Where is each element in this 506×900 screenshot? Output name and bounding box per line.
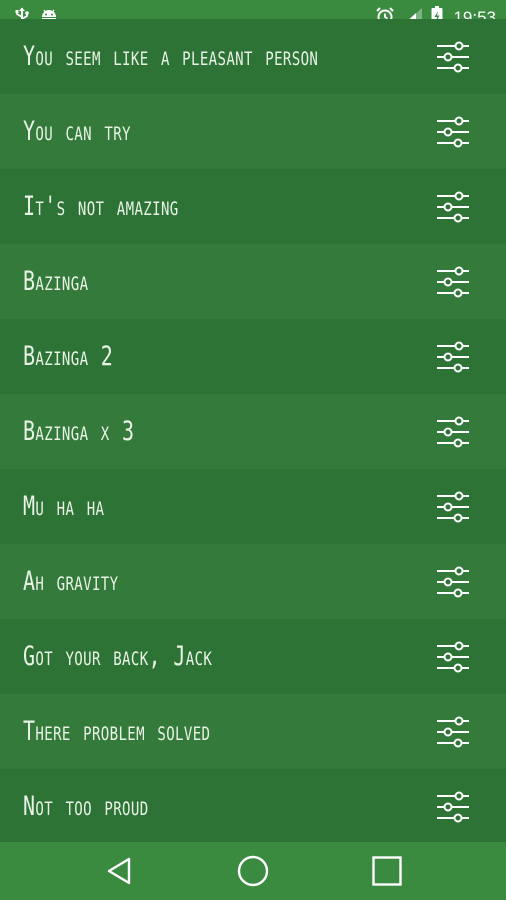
sound-list-item[interactable]: Ah gravity: [0, 544, 506, 619]
navigation-bar: [0, 842, 506, 900]
back-icon: [107, 857, 131, 885]
settings-sliders-icon[interactable]: [436, 565, 470, 599]
sound-label: You can try: [23, 116, 131, 147]
sound-label: There problem solved: [23, 716, 211, 747]
recents-button[interactable]: [364, 848, 410, 894]
sound-label: Mu ha ha: [23, 491, 105, 522]
sound-list-item[interactable]: Bazinga: [0, 244, 506, 319]
settings-sliders-icon[interactable]: [436, 190, 470, 224]
sound-list-item[interactable]: Bazinga 2: [0, 319, 506, 394]
sound-label: Bazinga: [23, 266, 89, 297]
sound-list-item[interactable]: Bazinga x 3: [0, 394, 506, 469]
sound-list-item[interactable]: Not too proud: [0, 769, 506, 844]
back-button[interactable]: [97, 848, 143, 894]
settings-sliders-icon[interactable]: [436, 790, 470, 824]
settings-sliders-icon[interactable]: [436, 640, 470, 674]
settings-sliders-icon[interactable]: [436, 715, 470, 749]
sound-list-item[interactable]: Got your back, Jack: [0, 619, 506, 694]
sound-label: You seem like a pleasant person: [23, 41, 319, 72]
sound-list-item[interactable]: There problem solved: [0, 694, 506, 769]
sound-list-item[interactable]: You can try: [0, 94, 506, 169]
sound-label: It's not amazing: [23, 191, 179, 222]
settings-sliders-icon[interactable]: [436, 340, 470, 374]
recents-icon: [372, 856, 402, 886]
settings-sliders-icon[interactable]: [436, 115, 470, 149]
sound-label: Bazinga 2: [23, 341, 114, 372]
settings-sliders-icon[interactable]: [436, 40, 470, 74]
sound-list-item[interactable]: Mu ha ha: [0, 469, 506, 544]
home-icon: [237, 855, 269, 887]
settings-sliders-icon[interactable]: [436, 265, 470, 299]
sound-label: Not too proud: [23, 791, 149, 822]
settings-sliders-icon[interactable]: [436, 490, 470, 524]
sound-list: You seem like a pleasant person You can …: [0, 19, 506, 844]
sound-list-item[interactable]: It's not amazing: [0, 169, 506, 244]
sound-list-item[interactable]: You seem like a pleasant person: [0, 19, 506, 94]
home-button[interactable]: [230, 848, 276, 894]
sound-label: Bazinga x 3: [23, 416, 135, 447]
sound-label: Got your back, Jack: [23, 641, 213, 672]
settings-sliders-icon[interactable]: [436, 415, 470, 449]
sound-label: Ah gravity: [23, 566, 119, 597]
